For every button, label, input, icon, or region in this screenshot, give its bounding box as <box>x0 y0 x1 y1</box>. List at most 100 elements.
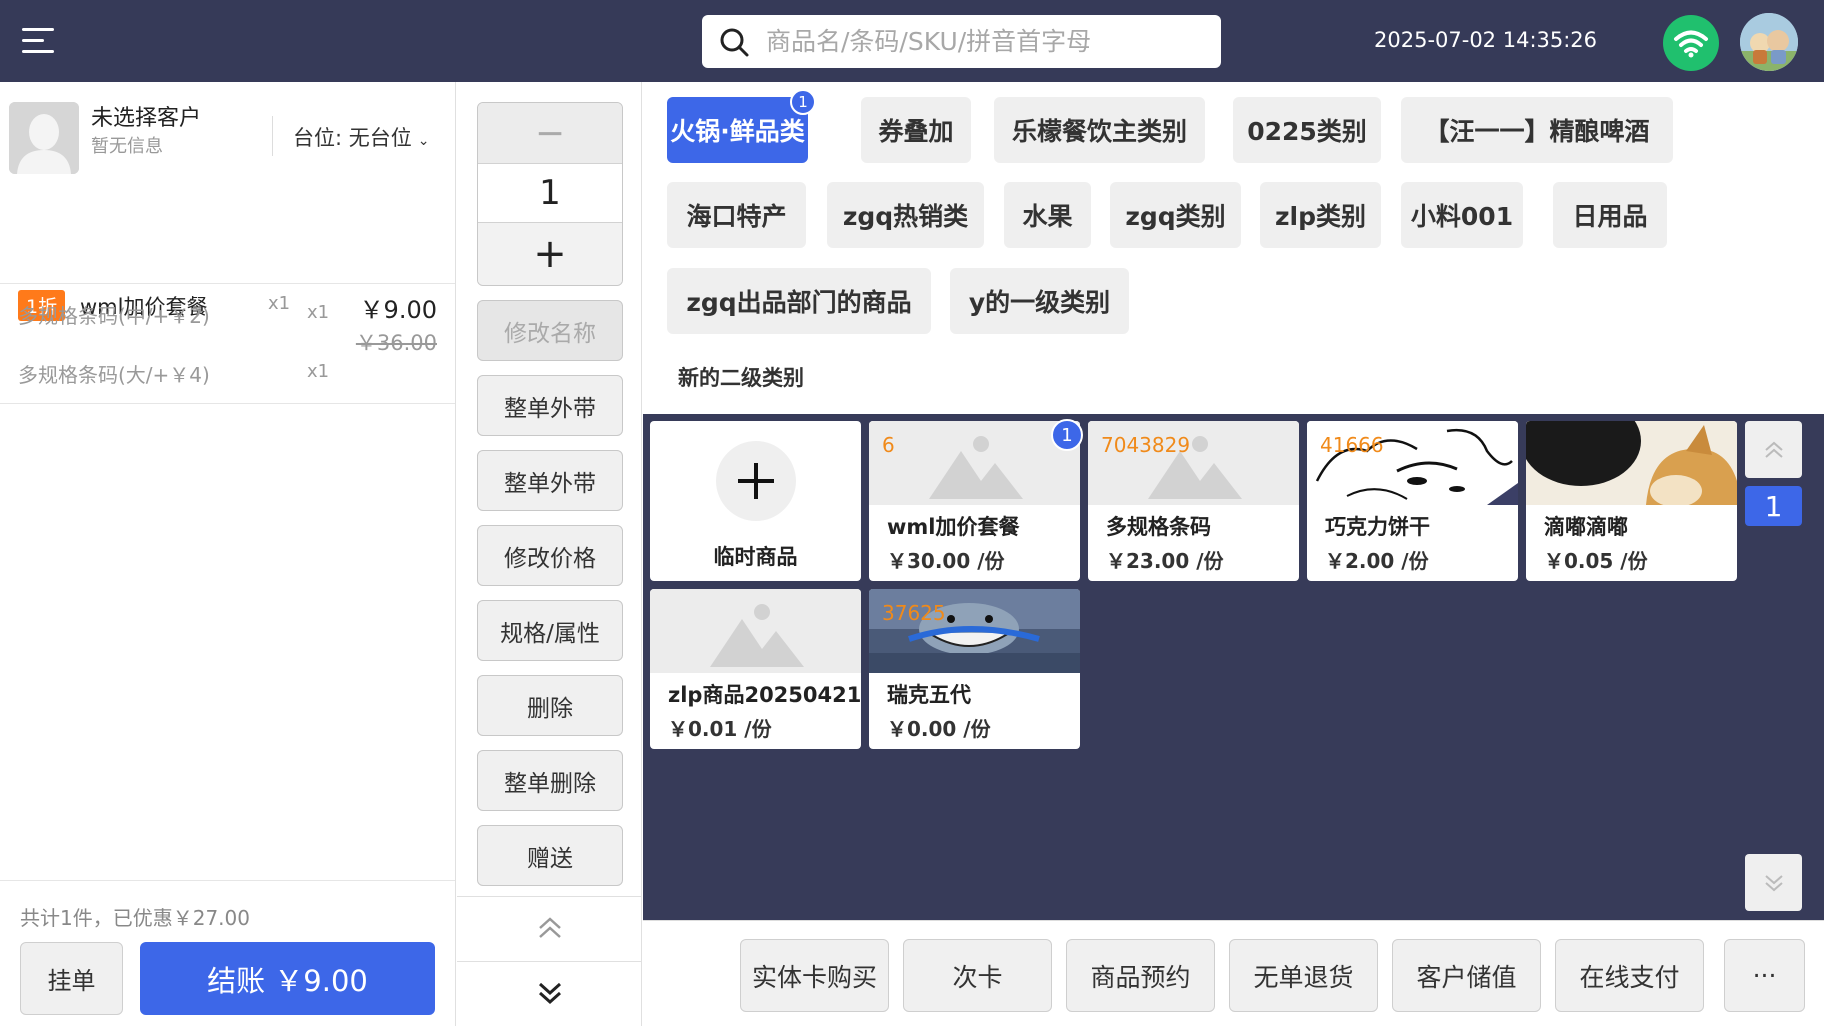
divider <box>457 896 642 897</box>
times-card-button[interactable]: 次卡 <box>903 939 1052 1012</box>
cart-item-original-price: ￥36.00 <box>355 331 437 355</box>
cart-sub-item-qty: x1 <box>307 361 330 382</box>
category-tab[interactable]: zgq出品部门的商品 <box>667 268 931 334</box>
gift-button[interactable]: 赠送 <box>477 825 623 886</box>
product-name: zlp商品20250421 <box>668 683 861 707</box>
product-stock: 7043829 <box>1101 433 1191 457</box>
delete-all-button[interactable]: 整单删除 <box>477 750 623 811</box>
rename-button[interactable]: 修改名称 <box>477 300 623 361</box>
product-card[interactable]: 41666 巧克力饼干 ￥2.00 /份 <box>1307 421 1518 581</box>
divider <box>0 283 455 284</box>
temp-product-card[interactable]: 临时商品 <box>650 421 861 581</box>
action-column: − 1 + 修改名称 整单外带 整单外带 修改价格 规格/属性 删除 整单删除 … <box>457 82 642 1026</box>
product-name: 巧克力饼干 <box>1325 515 1430 539</box>
divider <box>0 403 455 404</box>
cart-item-price: ￥9.00 <box>359 296 437 324</box>
checkout-button[interactable]: 结账 ￥9.00 <box>140 942 435 1015</box>
wifi-icon[interactable] <box>1663 15 1719 71</box>
edit-price-button[interactable]: 修改价格 <box>477 525 623 586</box>
takeaway-all-button[interactable]: 整单外带 <box>477 375 623 436</box>
decrease-button[interactable]: − <box>478 103 622 163</box>
placeholder-image-icon <box>869 421 1080 505</box>
page-up-icon[interactable] <box>1745 421 1802 478</box>
cart-item-qty: x1 <box>268 293 291 314</box>
divider <box>0 880 455 881</box>
search-bar[interactable] <box>702 15 1221 68</box>
spec-attribute-button[interactable]: 规格/属性 <box>477 600 623 661</box>
product-price: ￥23.00 /份 <box>1106 549 1224 573</box>
product-stock: 37625 <box>882 601 946 625</box>
category-panel: 火锅·鲜品类 1 券叠加 乐檬餐饮主类别 0225类别 【汪一一】精酿啤酒 海口… <box>643 82 1824 414</box>
quantity-stepper: − 1 + <box>477 102 623 286</box>
category-tab[interactable]: 乐檬餐饮主类别 <box>994 97 1205 163</box>
bottom-toolbar: 实体卡购买 次卡 商品预约 无单退货 客户储值 在线支付 ··· <box>643 920 1824 1026</box>
category-tab[interactable]: zgq类别 <box>1110 182 1241 248</box>
product-stock: 6 <box>882 433 895 457</box>
user-avatar[interactable] <box>1740 13 1798 71</box>
scroll-up-icon[interactable] <box>457 898 642 958</box>
category-tab[interactable]: 火锅·鲜品类 1 <box>667 89 816 163</box>
category-tab[interactable]: 0225类别 <box>1233 97 1381 163</box>
order-summary: 共计1件，已优惠￥27.00 <box>20 906 250 930</box>
product-name: 滴嘟滴嘟 <box>1544 515 1628 539</box>
product-card[interactable]: 37625 瑞克五代 ￥0.00 /份 <box>869 589 1080 749</box>
category-tab[interactable]: zgq热销类 <box>827 182 984 248</box>
chevron-down-icon: ⌄ <box>417 133 430 149</box>
category-tab[interactable]: 日用品 <box>1553 182 1667 248</box>
category-tab[interactable]: 券叠加 <box>861 97 971 163</box>
category-tab[interactable]: 【汪一一】精酿啤酒 <box>1401 97 1673 163</box>
search-icon <box>720 28 749 56</box>
product-card[interactable]: zlp商品20250421 ￥0.01 /份 <box>650 589 861 749</box>
product-card[interactable]: 滴嘟滴嘟 ￥0.05 /份 <box>1526 421 1737 581</box>
online-payment-button[interactable]: 在线支付 <box>1555 939 1704 1012</box>
category-tab[interactable]: 小料001 <box>1401 182 1523 248</box>
divider <box>457 961 642 962</box>
cart-sub-item-name: 多规格条码(中/+￥2) <box>18 304 210 328</box>
customer-top-up-button[interactable]: 客户储值 <box>1392 939 1541 1012</box>
category-count-badge: 1 <box>790 89 816 115</box>
product-card[interactable]: 6 wml加价套餐 ￥30.00 /份 <box>869 421 1080 581</box>
table-selector-label: 台位: 无台位 <box>293 126 412 150</box>
delete-button[interactable]: 删除 <box>477 675 623 736</box>
product-price: ￥2.00 /份 <box>1325 549 1429 573</box>
cart-sub-item-qty: x1 <box>307 302 330 323</box>
search-input[interactable] <box>766 27 1196 56</box>
top-bar: 2025-07-02 14:35:26 <box>0 0 1824 82</box>
scroll-down-icon[interactable] <box>457 963 642 1023</box>
category-tab[interactable]: 海口特产 <box>667 182 806 248</box>
table-selector[interactable]: 台位: 无台位 ⌄ <box>293 122 430 152</box>
customer-info: 暂无信息 <box>91 136 163 157</box>
product-card[interactable]: 7043829 多规格条码 ￥23.00 /份 <box>1088 421 1299 581</box>
category-tab[interactable]: zlp类别 <box>1260 182 1381 248</box>
takeaway-all-button[interactable]: 整单外带 <box>477 450 623 511</box>
plus-icon <box>716 441 796 521</box>
menu-icon[interactable] <box>22 28 54 54</box>
page-down-icon[interactable] <box>1745 854 1802 911</box>
hold-order-button[interactable]: 挂单 <box>20 942 123 1015</box>
page-number: 1 <box>1745 486 1802 526</box>
datetime: 2025-07-02 14:35:26 <box>1374 28 1598 52</box>
more-button[interactable]: ··· <box>1724 939 1805 1012</box>
product-price: ￥0.01 /份 <box>668 717 772 741</box>
product-price: ￥0.05 /份 <box>1544 549 1648 573</box>
product-price: ￥0.00 /份 <box>887 717 991 741</box>
quantity-value[interactable]: 1 <box>478 163 622 223</box>
category-tab[interactable]: y的一级类别 <box>950 268 1129 334</box>
order-panel: 未选择客户 暂无信息 台位: 无台位 ⌄ 1折 wml加价套餐 x1 ￥9.00 … <box>0 82 456 1026</box>
customer-name[interactable]: 未选择客户 <box>91 100 201 132</box>
category-label: 火锅·鲜品类 <box>670 117 805 146</box>
customer-avatar[interactable] <box>9 102 79 174</box>
product-name: 瑞克五代 <box>887 683 971 707</box>
increase-button[interactable]: + <box>478 223 622 285</box>
return-without-receipt-button[interactable]: 无单退货 <box>1229 939 1378 1012</box>
cart-sub-item-name: 多规格条码(大/+￥4) <box>18 363 210 387</box>
subcategory-tab[interactable]: 新的二级类别 <box>678 362 804 392</box>
product-count-badge: 1 <box>1051 419 1083 451</box>
product-reservation-button[interactable]: 商品预约 <box>1066 939 1215 1012</box>
product-stock: 41666 <box>1320 433 1384 457</box>
category-tab[interactable]: 水果 <box>1004 182 1091 248</box>
temp-product-label: 临时商品 <box>713 545 798 569</box>
product-name: wml加价套餐 <box>887 515 1020 539</box>
placeholder-image-icon <box>650 589 861 673</box>
physical-card-purchase-button[interactable]: 实体卡购买 <box>740 939 889 1012</box>
